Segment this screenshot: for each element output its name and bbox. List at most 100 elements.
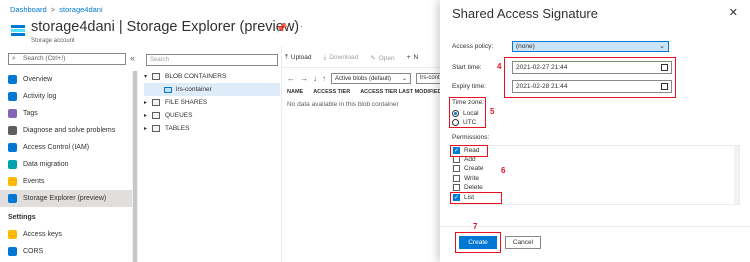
grid-header: NAME ACCESS TIER ACCESS TIER LAST MODIFI… <box>287 89 441 95</box>
down-arrow-icon[interactable]: ↓ <box>313 74 317 83</box>
blob-filter-dropdown[interactable]: Active blobs (default) ⌄ <box>331 73 411 84</box>
blade-name: | Storage Explorer (preview) <box>118 19 300 35</box>
permission-label: Delete <box>464 184 483 191</box>
menu-item-events[interactable]: Events <box>0 173 132 190</box>
tag-icon <box>8 109 17 118</box>
access-policy-value: (none) <box>516 43 535 50</box>
column-header-name[interactable]: NAME <box>287 89 303 95</box>
container-icon <box>164 86 172 93</box>
menu-item-diagnose[interactable]: Diagnose and solve problems <box>0 122 132 139</box>
blob-filter-value: Active blobs (default) <box>335 75 392 82</box>
permissions-scrollbar[interactable] <box>734 146 739 204</box>
permission-add-checkbox[interactable]: Add <box>453 156 476 163</box>
annotation-number-6: 6 <box>501 166 506 175</box>
forward-arrow-icon[interactable]: → <box>300 74 308 83</box>
column-header-tier-modified[interactable]: ACCESS TIER LAST MODIFIED <box>360 89 441 95</box>
annotation-number-4: 4 <box>497 62 502 71</box>
overview-icon <box>8 75 17 84</box>
access-policy-dropdown[interactable]: (none) ⌄ <box>512 41 669 52</box>
tree-item-file-shares[interactable]: ▸ FILE SHARES <box>144 96 280 109</box>
tree-item-lrs-container[interactable]: lrs-container <box>144 83 280 96</box>
checkbox-empty-icon <box>453 175 460 182</box>
checkbox-empty-icon <box>453 156 460 163</box>
activity-log-icon <box>8 92 17 101</box>
column-header-access-tier[interactable]: ACCESS TIER <box>313 89 350 95</box>
annotation-number-7: 7 <box>473 222 478 231</box>
search-icon: ⌕ <box>12 55 16 62</box>
annotation-box-timezone <box>449 97 486 128</box>
explorer-toolbar: ⤒ Upload ⤓ Download ✎ Open + N <box>285 54 418 62</box>
permission-label: Create <box>464 165 484 172</box>
tree-item-label: TABLES <box>165 125 190 132</box>
storage-explorer-icon <box>8 194 17 203</box>
storage-account-icon <box>11 25 25 36</box>
open-icon: ✎ <box>370 55 376 62</box>
access-policy-label: Access policy: <box>452 43 494 50</box>
tree-item-label: lrs-container <box>176 86 212 93</box>
menu-item-overview[interactable]: Overview <box>0 71 132 88</box>
menu-item-access-keys[interactable]: Access keys <box>0 226 132 243</box>
menu-section-settings: Settings <box>8 214 36 221</box>
chevron-right-icon[interactable]: ▸ <box>144 112 152 119</box>
chevron-right-icon[interactable]: ▸ <box>144 125 152 132</box>
permission-write-checkbox[interactable]: Write <box>453 175 479 182</box>
annotation-box-list <box>450 192 502 204</box>
resource-type: Storage account <box>31 38 75 44</box>
people-icon <box>8 143 17 152</box>
menu-item-data-migration[interactable]: Data migration <box>0 156 132 173</box>
more-icon[interactable]: ··· <box>292 21 304 31</box>
menu-item-label: Events <box>23 178 45 185</box>
menu-item-label: Storage Explorer (preview) <box>23 195 107 202</box>
menu-item-label: Diagnose and solve problems <box>23 127 116 134</box>
collapse-menu-icon[interactable]: « <box>130 53 135 63</box>
download-button[interactable]: ⤓ Download <box>323 54 358 62</box>
menu-item-storage-explorer[interactable]: Storage Explorer (preview) <box>0 190 132 207</box>
menu-item-iam[interactable]: Access Control (IAM) <box>0 139 132 156</box>
create-button[interactable]: Create <box>459 236 497 249</box>
page-title: storage4dani | Storage Explorer (preview… <box>31 19 299 35</box>
menu-search-placeholder: Search (Ctrl+/) <box>23 55 66 62</box>
menu-search-input[interactable]: ⌕ Search (Ctrl+/) <box>8 53 126 65</box>
back-arrow-icon[interactable]: ← <box>287 74 295 83</box>
menu-item-tags[interactable]: Tags <box>0 105 132 122</box>
tree-item-blob-containers[interactable]: ▾ BLOB CONTAINERS <box>144 70 280 83</box>
navigation-row: ← → ↓ ↑ Active blobs (default) ⌄ lrs-cont <box>287 73 446 84</box>
open-button[interactable]: ✎ Open <box>370 54 394 62</box>
toolbar-divider <box>282 67 442 68</box>
new-button[interactable]: + N <box>407 54 419 62</box>
menu-item-label: Activity log <box>23 93 57 100</box>
migration-icon <box>8 160 17 169</box>
permission-delete-checkbox[interactable]: Delete <box>453 184 483 191</box>
menu-item-label: Access keys <box>23 231 62 238</box>
tree-item-queues[interactable]: ▸ QUEUES <box>144 109 280 122</box>
chevron-right-icon[interactable]: ▸ <box>144 99 152 106</box>
sas-dialog: Shared Access Signature ✕ Access policy:… <box>440 0 750 262</box>
lightning-icon <box>8 177 17 186</box>
pane-divider[interactable] <box>281 46 282 262</box>
wrench-icon <box>8 126 17 135</box>
menu-scrollbar-thumb[interactable] <box>133 71 137 262</box>
explorer-search-input[interactable]: Search <box>146 54 278 66</box>
breadcrumb-storage-account[interactable]: storage4dani <box>59 5 102 14</box>
cors-icon <box>8 247 17 256</box>
menu-item-activity-log[interactable]: Activity log <box>0 88 132 105</box>
pin-icon[interactable]: 📌 <box>276 23 287 34</box>
up-arrow-icon[interactable]: ↑ <box>322 74 326 83</box>
upload-icon: ⤒ <box>285 54 288 61</box>
breadcrumb-dashboard[interactable]: Dashboard <box>10 5 47 14</box>
expiry-time-label: Expiry time: <box>452 83 486 90</box>
permission-label: Add <box>464 156 476 163</box>
permission-create-checkbox[interactable]: Create <box>453 165 484 172</box>
table-icon <box>152 125 160 132</box>
permissions-label: Permissions: <box>452 134 490 141</box>
close-icon[interactable]: ✕ <box>729 6 738 19</box>
start-time-label: Start time: <box>452 64 482 71</box>
menu-scrollbar[interactable] <box>132 71 138 262</box>
menu-item-label: CORS <box>23 248 44 255</box>
menu-item-cors[interactable]: CORS <box>0 243 132 260</box>
upload-button[interactable]: ⤒ Upload <box>285 54 311 62</box>
chevron-down-icon[interactable]: ▾ <box>144 73 152 80</box>
cancel-button[interactable]: Cancel <box>505 236 541 249</box>
menu-item-label: Data migration <box>23 161 69 168</box>
tree-item-tables[interactable]: ▸ TABLES <box>144 122 280 135</box>
